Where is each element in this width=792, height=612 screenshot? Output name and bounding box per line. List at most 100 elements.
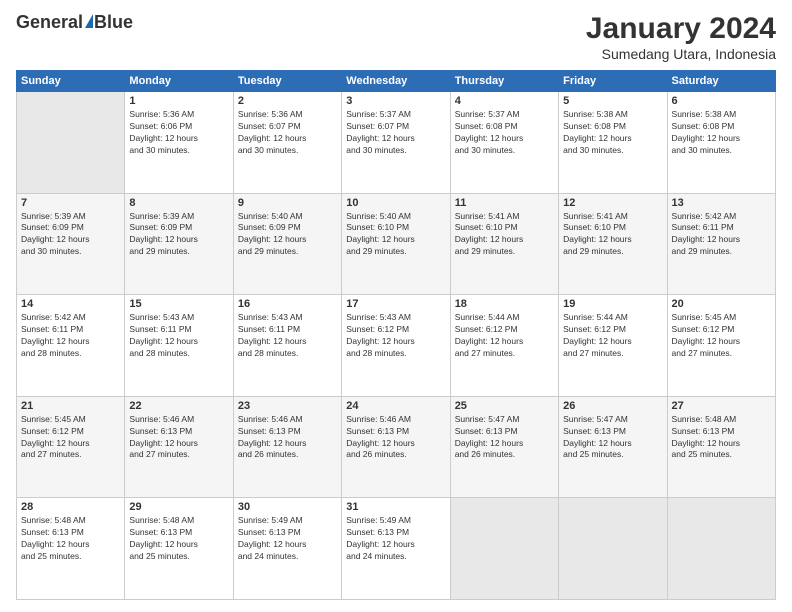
week-row-3: 14 Sunrise: 5:42 AMSunset: 6:11 PMDayligh… (17, 295, 776, 397)
header: General Blue January 2024 Sumedang Utara… (16, 12, 776, 62)
calendar-header-row: SundayMondayTuesdayWednesdayThursdayFrid… (17, 71, 776, 92)
day-number: 11 (455, 197, 554, 209)
day-number: 30 (238, 501, 337, 513)
day-number: 15 (129, 298, 228, 310)
day-number: 4 (455, 95, 554, 107)
cell-info: Sunrise: 5:48 AMSunset: 6:13 PMDaylight:… (672, 414, 771, 462)
col-header-monday: Monday (125, 71, 233, 92)
cell-info: Sunrise: 5:49 AMSunset: 6:13 PMDaylight:… (346, 515, 445, 563)
calendar-cell: 15 Sunrise: 5:43 AMSunset: 6:11 PMDayligh… (125, 295, 233, 397)
calendar-cell: 3 Sunrise: 5:37 AMSunset: 6:07 PMDaylight… (342, 92, 450, 194)
calendar-cell: 23Sunrise: 5:46 AMSunset: 6:13 PMDayligh… (233, 396, 341, 498)
day-number: 18 (455, 298, 554, 310)
title-block: January 2024 Sumedang Utara, Indonesia (586, 12, 776, 62)
cell-info: Sunrise: 5:36 AMSunset: 6:07 PMDaylight:… (238, 109, 337, 157)
calendar-cell (450, 498, 558, 600)
logo-general: General (16, 12, 83, 33)
cell-info: Sunrise: 5:46 AMSunset: 6:13 PMDaylight:… (346, 414, 445, 462)
logo-blue: Blue (94, 12, 133, 33)
cell-info: Sunrise: 5:38 AMSunset: 6:08 PMDaylight:… (563, 109, 662, 157)
cell-info: Sunrise: 5:45 AMSunset: 6:12 PMDaylight:… (21, 414, 120, 462)
calendar-cell: 8 Sunrise: 5:39 AMSunset: 6:09 PMDaylight… (125, 193, 233, 295)
calendar-cell (17, 92, 125, 194)
calendar-cell: 17Sunrise: 5:43 AMSunset: 6:12 PMDayligh… (342, 295, 450, 397)
cell-info: Sunrise: 5:48 AMSunset: 6:13 PMDaylight:… (21, 515, 120, 563)
cell-info: Sunrise: 5:41 AMSunset: 6:10 PMDaylight:… (563, 211, 662, 259)
calendar-cell: 10Sunrise: 5:40 AMSunset: 6:10 PMDayligh… (342, 193, 450, 295)
day-number: 21 (21, 400, 120, 412)
calendar-cell: 28 Sunrise: 5:48 AMSunset: 6:13 PMDayligh… (17, 498, 125, 600)
week-row-1: 1 Sunrise: 5:36 AMSunset: 6:06 PMDaylight… (17, 92, 776, 194)
calendar-cell: 6 Sunrise: 5:38 AMSunset: 6:08 PMDaylight… (667, 92, 775, 194)
cell-info: Sunrise: 5:47 AMSunset: 6:13 PMDaylight:… (563, 414, 662, 462)
week-row-2: 7 Sunrise: 5:39 AMSunset: 6:09 PMDaylight… (17, 193, 776, 295)
calendar-cell: 11 Sunrise: 5:41 AMSunset: 6:10 PMDayligh… (450, 193, 558, 295)
cell-info: Sunrise: 5:44 AMSunset: 6:12 PMDaylight:… (455, 312, 554, 360)
cell-info: Sunrise: 5:39 AMSunset: 6:09 PMDaylight:… (129, 211, 228, 259)
calendar-cell: 19 Sunrise: 5:44 AMSunset: 6:12 PMDayligh… (559, 295, 667, 397)
calendar-cell: 13Sunrise: 5:42 AMSunset: 6:11 PMDayligh… (667, 193, 775, 295)
day-number: 3 (346, 95, 445, 107)
day-number: 12 (563, 197, 662, 209)
cell-info: Sunrise: 5:36 AMSunset: 6:06 PMDaylight:… (129, 109, 228, 157)
day-number: 16 (238, 298, 337, 310)
page: General Blue January 2024 Sumedang Utara… (0, 0, 792, 612)
day-number: 13 (672, 197, 771, 209)
day-number: 7 (21, 197, 120, 209)
calendar-cell: 20Sunrise: 5:45 AMSunset: 6:12 PMDayligh… (667, 295, 775, 397)
day-number: 1 (129, 95, 228, 107)
cell-info: Sunrise: 5:40 AMSunset: 6:09 PMDaylight:… (238, 211, 337, 259)
calendar-cell: 5 Sunrise: 5:38 AMSunset: 6:08 PMDaylight… (559, 92, 667, 194)
cell-info: Sunrise: 5:37 AMSunset: 6:08 PMDaylight:… (455, 109, 554, 157)
day-number: 29 (129, 501, 228, 513)
day-number: 19 (563, 298, 662, 310)
day-number: 22 (129, 400, 228, 412)
day-number: 24 (346, 400, 445, 412)
day-number: 14 (21, 298, 120, 310)
col-header-sunday: Sunday (17, 71, 125, 92)
cell-info: Sunrise: 5:38 AMSunset: 6:08 PMDaylight:… (672, 109, 771, 157)
cell-info: Sunrise: 5:37 AMSunset: 6:07 PMDaylight:… (346, 109, 445, 157)
col-header-friday: Friday (559, 71, 667, 92)
week-row-5: 28 Sunrise: 5:48 AMSunset: 6:13 PMDayligh… (17, 498, 776, 600)
calendar-cell: 4 Sunrise: 5:37 AMSunset: 6:08 PMDaylight… (450, 92, 558, 194)
cell-info: Sunrise: 5:42 AMSunset: 6:11 PMDaylight:… (21, 312, 120, 360)
day-number: 9 (238, 197, 337, 209)
cell-info: Sunrise: 5:43 AMSunset: 6:11 PMDaylight:… (238, 312, 337, 360)
cell-info: Sunrise: 5:46 AMSunset: 6:13 PMDaylight:… (129, 414, 228, 462)
day-number: 26 (563, 400, 662, 412)
day-number: 8 (129, 197, 228, 209)
day-number: 5 (563, 95, 662, 107)
calendar-cell: 21 Sunrise: 5:45 AMSunset: 6:12 PMDayligh… (17, 396, 125, 498)
calendar-table: SundayMondayTuesdayWednesdayThursdayFrid… (16, 70, 776, 600)
day-number: 10 (346, 197, 445, 209)
week-row-4: 21 Sunrise: 5:45 AMSunset: 6:12 PMDayligh… (17, 396, 776, 498)
logo: General Blue (16, 12, 133, 33)
cell-info: Sunrise: 5:46 AMSunset: 6:13 PMDaylight:… (238, 414, 337, 462)
calendar-cell: 18 Sunrise: 5:44 AMSunset: 6:12 PMDayligh… (450, 295, 558, 397)
col-header-tuesday: Tuesday (233, 71, 341, 92)
calendar-cell: 12 Sunrise: 5:41 AMSunset: 6:10 PMDayligh… (559, 193, 667, 295)
cell-info: Sunrise: 5:43 AMSunset: 6:12 PMDaylight:… (346, 312, 445, 360)
calendar-cell: 1 Sunrise: 5:36 AMSunset: 6:06 PMDaylight… (125, 92, 233, 194)
calendar-cell: 27Sunrise: 5:48 AMSunset: 6:13 PMDayligh… (667, 396, 775, 498)
calendar-cell: 16 Sunrise: 5:43 AMSunset: 6:11 PMDayligh… (233, 295, 341, 397)
col-header-thursday: Thursday (450, 71, 558, 92)
calendar-cell (559, 498, 667, 600)
calendar-cell (667, 498, 775, 600)
cell-info: Sunrise: 5:48 AMSunset: 6:13 PMDaylight:… (129, 515, 228, 563)
day-number: 2 (238, 95, 337, 107)
day-number: 6 (672, 95, 771, 107)
cell-info: Sunrise: 5:44 AMSunset: 6:12 PMDaylight:… (563, 312, 662, 360)
cell-info: Sunrise: 5:43 AMSunset: 6:11 PMDaylight:… (129, 312, 228, 360)
cell-info: Sunrise: 5:41 AMSunset: 6:10 PMDaylight:… (455, 211, 554, 259)
day-number: 28 (21, 501, 120, 513)
month-title: January 2024 (586, 12, 776, 46)
col-header-saturday: Saturday (667, 71, 775, 92)
cell-info: Sunrise: 5:39 AMSunset: 6:09 PMDaylight:… (21, 211, 120, 259)
calendar-cell: 26 Sunrise: 5:47 AMSunset: 6:13 PMDayligh… (559, 396, 667, 498)
calendar-cell: 22 Sunrise: 5:46 AMSunset: 6:13 PMDayligh… (125, 396, 233, 498)
calendar-cell: 9 Sunrise: 5:40 AMSunset: 6:09 PMDaylight… (233, 193, 341, 295)
logo-icon (85, 14, 93, 28)
calendar-cell: 7 Sunrise: 5:39 AMSunset: 6:09 PMDaylight… (17, 193, 125, 295)
